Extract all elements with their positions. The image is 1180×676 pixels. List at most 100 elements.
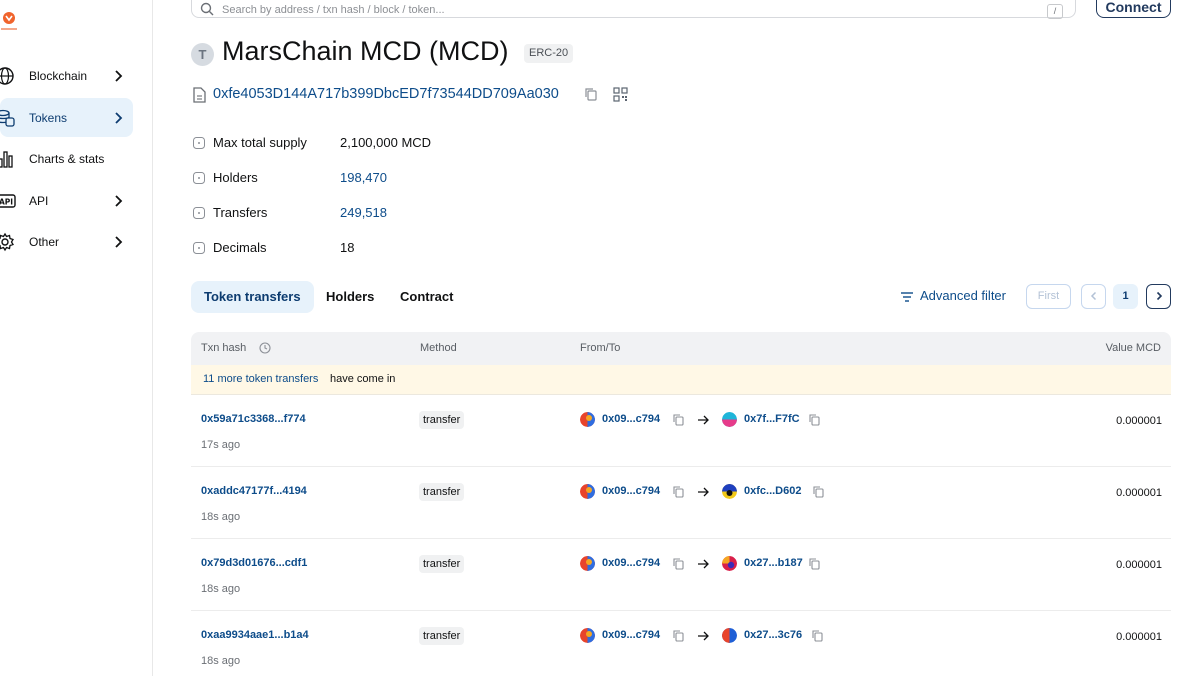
method-badge: transfer bbox=[419, 627, 465, 645]
transfer-value: 0.000001 bbox=[1116, 559, 1162, 571]
address-avatar-icon bbox=[722, 628, 737, 643]
token-avatar: T bbox=[191, 43, 214, 66]
search-input[interactable]: Search by address / txn hash / block / t… bbox=[191, 0, 1076, 19]
chevron-right-icon bbox=[115, 70, 123, 82]
sidebar-item-label: API bbox=[29, 193, 49, 208]
search-icon bbox=[200, 2, 214, 16]
transfer-value: 0.000001 bbox=[1116, 631, 1162, 643]
detail-value: 2,100,000 MCD bbox=[340, 135, 432, 150]
table-header: Txn hash Method From/To Value MCD bbox=[191, 332, 1171, 365]
info-icon[interactable] bbox=[193, 172, 205, 184]
copy-icon[interactable] bbox=[673, 414, 684, 426]
sidebar-item-api[interactable]: API API bbox=[0, 181, 133, 220]
table-row: 0xaa9934aae1...b1a4 18s ago transfer 0x0… bbox=[191, 611, 1171, 676]
transfers-count-link[interactable]: 249,518 bbox=[340, 205, 387, 220]
to-address-link[interactable]: 0x27...b187 bbox=[744, 557, 803, 569]
tab-contract[interactable]: Contract bbox=[387, 281, 466, 313]
txn-hash-link[interactable]: 0x59a71c3368...f774 bbox=[201, 413, 306, 425]
column-header-method: Method bbox=[420, 342, 457, 354]
pagination-first-button[interactable]: First bbox=[1026, 284, 1071, 309]
chevron-right-icon bbox=[1156, 291, 1162, 301]
coins-icon bbox=[0, 109, 15, 127]
svg-text:API: API bbox=[0, 198, 13, 207]
sidebar-item-label: Other bbox=[29, 234, 60, 249]
copy-icon[interactable] bbox=[809, 414, 820, 426]
table-row: 0x79d3d01676...cdf1 18s ago transfer 0x0… bbox=[191, 539, 1171, 611]
address-avatar-icon bbox=[580, 556, 595, 571]
from-address-link[interactable]: 0x09...c794 bbox=[602, 485, 660, 497]
keyboard-shortcut-badge: / bbox=[1047, 4, 1063, 19]
info-icon[interactable] bbox=[193, 137, 205, 149]
copy-icon[interactable] bbox=[673, 486, 684, 498]
txn-hash-link[interactable]: 0xaa9934aae1...b1a4 bbox=[201, 629, 309, 641]
column-header-value: Value MCD bbox=[1105, 342, 1161, 354]
copy-icon[interactable] bbox=[809, 558, 820, 570]
pagination-prev-button[interactable] bbox=[1081, 284, 1106, 309]
arrow-right-icon bbox=[698, 631, 709, 641]
copy-icon[interactable] bbox=[813, 486, 824, 498]
column-header-txn-hash: Txn hash bbox=[201, 342, 247, 354]
copy-icon[interactable] bbox=[812, 630, 823, 642]
chevron-right-icon bbox=[115, 236, 123, 248]
txn-hash-link[interactable]: 0x79d3d01676...cdf1 bbox=[201, 557, 307, 569]
filter-icon bbox=[901, 292, 913, 302]
info-icon[interactable] bbox=[193, 207, 205, 219]
txn-age: 17s ago bbox=[201, 439, 241, 451]
sidebar-item-tokens[interactable]: Tokens bbox=[0, 98, 133, 137]
from-address-link[interactable]: 0x09...c794 bbox=[602, 413, 660, 425]
detail-value: 18 bbox=[340, 240, 355, 255]
to-address-link[interactable]: 0x27...3c76 bbox=[744, 629, 802, 641]
txn-age: 18s ago bbox=[201, 655, 241, 667]
to-address-link[interactable]: 0xfc...D602 bbox=[744, 485, 801, 497]
transfer-value: 0.000001 bbox=[1116, 487, 1162, 499]
qr-code-icon[interactable] bbox=[613, 87, 628, 102]
sidebar-item-label: Blockchain bbox=[29, 68, 88, 83]
bar-chart-icon bbox=[0, 151, 13, 168]
token-standard-badge: ERC-20 bbox=[524, 44, 574, 63]
sidebar-item-label: Tokens bbox=[29, 110, 68, 125]
contract-document-icon bbox=[193, 87, 206, 103]
advanced-filter-button[interactable]: Advanced filter bbox=[900, 288, 1006, 306]
from-address-link[interactable]: 0x09...c794 bbox=[602, 557, 660, 569]
connect-wallet-button[interactable]: Connect bbox=[1096, 0, 1171, 18]
sidebar-item-charts-stats[interactable]: Charts & stats bbox=[0, 139, 133, 178]
txn-age: 18s ago bbox=[201, 583, 241, 595]
globe-icon bbox=[0, 67, 14, 85]
to-address-link[interactable]: 0x7f...F7fC bbox=[744, 413, 800, 425]
detail-label: Transfers bbox=[213, 205, 268, 220]
txn-hash-link[interactable]: 0xaddc47177f...4194 bbox=[201, 485, 307, 497]
method-badge: transfer bbox=[419, 555, 465, 573]
transfer-value: 0.000001 bbox=[1116, 415, 1162, 427]
table-row: 0x59a71c3368...f774 17s ago transfer 0x0… bbox=[191, 395, 1171, 467]
address-avatar-icon bbox=[722, 484, 737, 499]
info-icon[interactable] bbox=[193, 242, 205, 254]
address-avatar-icon bbox=[722, 556, 737, 571]
holders-count-link[interactable]: 198,470 bbox=[340, 170, 387, 185]
address-avatar-icon bbox=[580, 484, 595, 499]
from-address-link[interactable]: 0x09...c794 bbox=[602, 629, 660, 641]
advanced-filter-label: Advanced filter bbox=[920, 288, 1006, 303]
clock-icon[interactable] bbox=[259, 342, 271, 354]
chevron-left-icon bbox=[1090, 291, 1096, 301]
copy-icon[interactable] bbox=[673, 630, 684, 642]
copy-icon[interactable] bbox=[673, 558, 684, 570]
sidebar-item-blockchain[interactable]: Blockchain bbox=[0, 56, 133, 95]
pagination-next-button[interactable] bbox=[1146, 284, 1171, 309]
tab-token-transfers[interactable]: Token transfers bbox=[191, 281, 314, 313]
arrow-right-icon bbox=[698, 415, 709, 425]
address-avatar-icon bbox=[722, 412, 737, 427]
txn-age: 18s ago bbox=[201, 511, 241, 523]
sidebar: Blockchain Tokens Charts & stats API API bbox=[0, 0, 153, 676]
tab-holders[interactable]: Holders bbox=[313, 281, 387, 313]
logo-icon[interactable] bbox=[0, 10, 20, 34]
token-address-link[interactable]: 0xfe4053D144A717b399DbcED7f73544DD709Aa0… bbox=[213, 86, 559, 102]
table-row: 0xaddc47177f...4194 18s ago transfer 0x0… bbox=[191, 467, 1171, 539]
sidebar-item-other[interactable]: Other bbox=[0, 222, 133, 261]
new-transfers-link[interactable]: 11 more token transfers bbox=[203, 373, 318, 385]
api-icon: API bbox=[0, 194, 16, 208]
chevron-right-icon bbox=[115, 112, 123, 124]
pagination-current-page: 1 bbox=[1113, 284, 1138, 309]
copy-icon[interactable] bbox=[585, 88, 597, 101]
new-transfers-notice: 11 more token transfers have come in bbox=[191, 365, 1171, 395]
detail-label: Holders bbox=[213, 170, 258, 185]
